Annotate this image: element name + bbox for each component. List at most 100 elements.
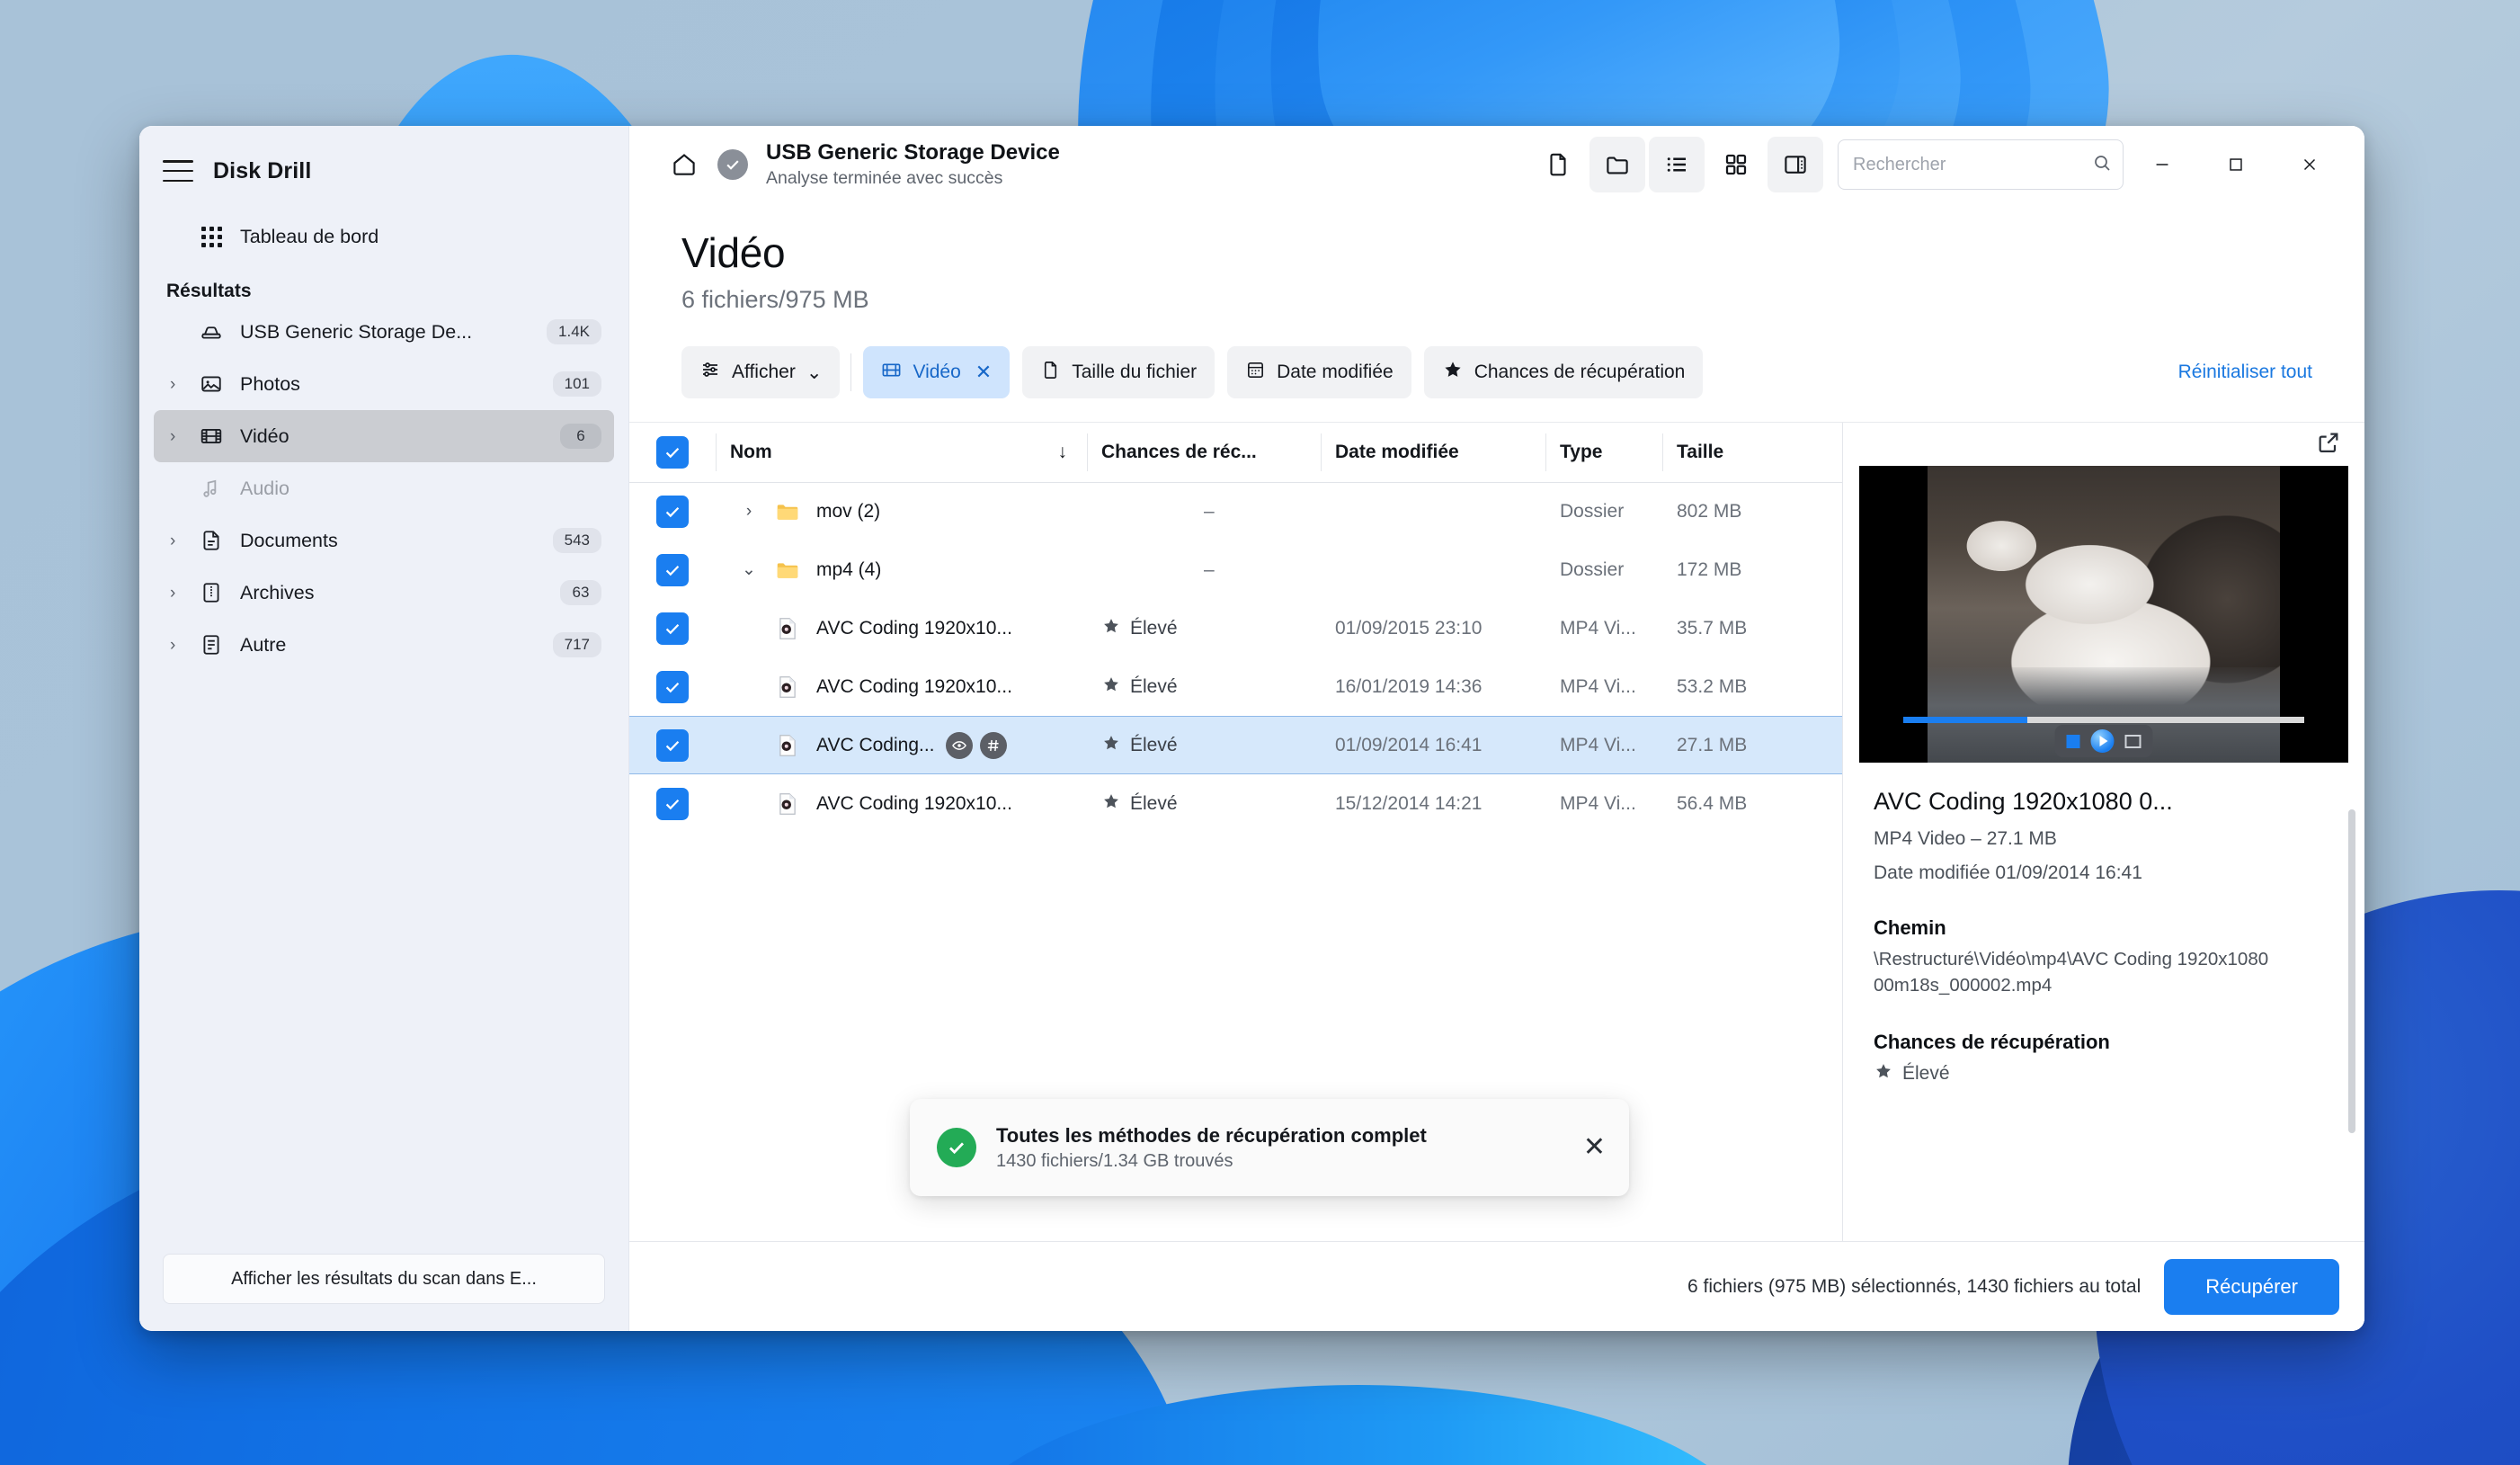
- video-file-icon: [768, 732, 807, 759]
- chevron-right-icon[interactable]: ›: [170, 585, 193, 602]
- table-row-selected[interactable]: AVC Coding... Élevé 01/09/2014 16:41 MP4…: [629, 716, 1842, 774]
- row-type: Dossier: [1560, 558, 1625, 580]
- page-title: Vidéo: [681, 229, 786, 276]
- column-label: Nom: [730, 441, 772, 462]
- show-filter-dropdown[interactable]: Afficher ⌄: [681, 346, 852, 398]
- device-name: USB Generic Storage Device: [766, 140, 1060, 165]
- close-icon[interactable]: ✕: [1583, 1134, 1606, 1161]
- row-chance-cell: Élevé: [1087, 716, 1321, 774]
- row-date: 16/01/2019 14:36: [1335, 675, 1483, 697]
- sidebar-item-photos[interactable]: › Photos 101: [154, 358, 614, 410]
- sidebar-item-label: Photos: [240, 372, 300, 395]
- sidebar-item-badge: 717: [552, 632, 601, 657]
- sidebar-footer: Afficher les résultats du scan dans E...: [139, 1254, 628, 1331]
- folder-icon[interactable]: [1589, 137, 1645, 192]
- open-external-icon[interactable]: [2316, 430, 2341, 460]
- chevron-right-icon[interactable]: ›: [170, 532, 193, 549]
- column-header-type[interactable]: Type: [1545, 423, 1662, 482]
- file-icon[interactable]: [1530, 137, 1586, 192]
- list-icon[interactable]: [1649, 137, 1705, 192]
- row-checkbox[interactable]: [656, 612, 689, 645]
- column-header-chance[interactable]: Chances de réc...: [1087, 423, 1321, 482]
- preview-chance-heading: Chances de récupération: [1874, 1031, 2110, 1054]
- frame-icon[interactable]: [2124, 734, 2142, 748]
- chevron-right-icon[interactable]: ›: [170, 428, 193, 445]
- row-size-cell: 27.1 MB: [1662, 716, 1842, 774]
- row-checkbox-cell: [629, 657, 716, 716]
- recover-button[interactable]: Récupérer: [2164, 1258, 2339, 1315]
- panel-icon[interactable]: [1768, 137, 1823, 192]
- column-header-name[interactable]: Nom ↓: [716, 423, 1087, 482]
- sidebar-item-archives[interactable]: › Archives 63: [154, 567, 614, 619]
- search-input[interactable]: [1853, 154, 2091, 175]
- sidebar-item-other[interactable]: › Autre 717: [154, 619, 614, 671]
- row-checkbox-cell: [629, 540, 716, 599]
- filter-chip-label: Vidéo: [913, 362, 961, 382]
- table-row[interactable]: AVC Coding 1920x10... Élevé 01/09/2015 2…: [629, 599, 1842, 657]
- search-box[interactable]: [1838, 139, 2124, 190]
- window-close-button[interactable]: [2275, 137, 2345, 192]
- sidebar-item-documents[interactable]: › Documents 543: [154, 514, 614, 567]
- filter-chip-recovery-chances[interactable]: Chances de récupération: [1423, 346, 1704, 398]
- window-minimize-button[interactable]: [2127, 137, 2197, 192]
- stop-icon[interactable]: [2066, 734, 2080, 748]
- row-name: AVC Coding...: [816, 734, 935, 755]
- row-checkbox[interactable]: [656, 495, 689, 528]
- preview-file-name: AVC Coding 1920x1080 0...: [1874, 788, 2173, 815]
- preview-panel: AVC Coding 1920x1080 0... MP4 Video – 27…: [1843, 423, 2364, 1241]
- home-icon[interactable]: [656, 137, 712, 192]
- filter-chip-date-modified[interactable]: Date modifiée: [1227, 346, 1411, 398]
- chevron-right-icon[interactable]: ›: [730, 502, 768, 522]
- preview-scrollbar[interactable]: [2348, 809, 2355, 1133]
- preview-media[interactable]: [1859, 466, 2348, 763]
- select-all-checkbox[interactable]: [656, 435, 689, 469]
- filter-chip-label: Chances de récupération: [1474, 362, 1686, 382]
- row-date-cell: 01/09/2015 23:10: [1321, 599, 1545, 657]
- chevron-right-icon[interactable]: ›: [170, 637, 193, 654]
- device-status: Analyse terminée avec succès: [766, 168, 1003, 188]
- table-row[interactable]: ⌄ mp4 (4) – Dossier 172 MB: [629, 540, 1842, 599]
- row-checkbox[interactable]: [656, 728, 689, 762]
- sidebar-item-label: Tableau de bord: [240, 225, 379, 247]
- grid-icon[interactable]: [1708, 137, 1764, 192]
- preview-path-heading: Chemin: [1874, 916, 1946, 939]
- table-row[interactable]: AVC Coding 1920x10... Élevé 15/12/2014 1…: [629, 774, 1842, 833]
- star-icon: [1101, 733, 1121, 758]
- row-name-cell: AVC Coding 1920x10...: [716, 657, 1087, 716]
- show-filter-label: Afficher: [732, 362, 796, 382]
- chevron-down-icon[interactable]: ⌄: [730, 559, 768, 580]
- close-icon[interactable]: ✕: [975, 361, 992, 384]
- filter-chip-video[interactable]: Vidéo ✕: [863, 346, 1011, 398]
- preview-path-value: \Restructuré\Vidéo\mp4\AVC Coding 1920x1…: [1874, 949, 2269, 996]
- hash-icon[interactable]: [979, 731, 1007, 759]
- sidebar-item-label: Audio: [240, 477, 289, 499]
- row-size: 802 MB: [1677, 500, 1742, 522]
- table-row[interactable]: AVC Coding 1920x10... Élevé 16/01/2019 1…: [629, 657, 1842, 716]
- window-maximize-button[interactable]: [2201, 137, 2271, 192]
- play-icon[interactable]: [2090, 729, 2115, 753]
- sidebar-item-dashboard[interactable]: Tableau de bord: [154, 210, 614, 263]
- row-type-cell: MP4 Vi...: [1545, 774, 1662, 833]
- sort-arrow-icon[interactable]: ↓: [1058, 442, 1088, 463]
- row-date-cell: 01/09/2014 16:41: [1321, 716, 1545, 774]
- eye-icon[interactable]: [945, 731, 973, 759]
- row-checkbox-cell: [629, 599, 716, 657]
- sidebar-item-video[interactable]: › Vidéo 6: [154, 410, 614, 462]
- preview-progress-bar[interactable]: [1902, 717, 2305, 723]
- table-row[interactable]: › mov (2) – Dossier 802 MB: [629, 482, 1842, 540]
- row-checkbox[interactable]: [656, 553, 689, 586]
- row-date: 01/09/2014 16:41: [1335, 734, 1483, 755]
- hamburger-menu-icon[interactable]: [163, 160, 193, 182]
- column-header-size[interactable]: Taille: [1662, 423, 1842, 482]
- sidebar-item-usb-device[interactable]: USB Generic Storage De... 1.4K: [154, 306, 614, 358]
- column-header-date[interactable]: Date modifiée: [1321, 423, 1545, 482]
- row-chance: Élevé: [1130, 617, 1178, 639]
- reset-all-link[interactable]: Réinitialiser tout: [2178, 362, 2312, 383]
- show-scan-results-button[interactable]: Afficher les résultats du scan dans E...: [163, 1254, 605, 1304]
- chevron-right-icon[interactable]: ›: [170, 376, 193, 393]
- sidebar-item-badge: 1.4K: [547, 319, 601, 344]
- filter-chip-file-size[interactable]: Taille du fichier: [1022, 346, 1215, 398]
- row-checkbox[interactable]: [656, 787, 689, 820]
- row-checkbox[interactable]: [656, 670, 689, 703]
- sidebar-item-audio[interactable]: Audio: [154, 462, 614, 514]
